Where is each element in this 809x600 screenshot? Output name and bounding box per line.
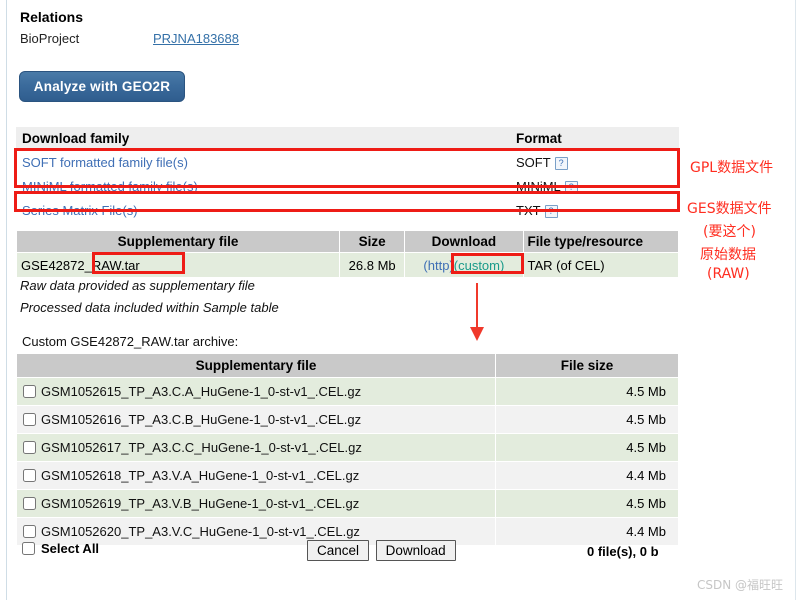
download-family-name-cell: SOFT formatted family file(s)	[16, 150, 510, 174]
archive-file-cell: GSM1052619_TP_A3.V.B_HuGene-1_0-st-v1_.C…	[16, 489, 496, 518]
file-count-status: 0 file(s), 0 b	[587, 544, 659, 559]
file-checkbox[interactable]	[23, 525, 36, 538]
supp-col-size: Size	[339, 230, 406, 253]
select-all-checkbox[interactable]	[22, 542, 35, 555]
supp-col-type: File type/resource	[522, 230, 679, 253]
download-family-col-name: Download family	[16, 127, 510, 150]
file-checkbox[interactable]	[23, 441, 36, 454]
file-checkbox[interactable]	[23, 385, 36, 398]
note-raw-data: Raw data provided as supplementary file	[20, 278, 255, 293]
list-item: GSM1052618_TP_A3.V.A_HuGene-1_0-st-v1_.C…	[16, 461, 679, 490]
archive-col-size: File size	[495, 353, 679, 378]
watermark-text: CSDN @福旺旺	[697, 578, 784, 592]
annotation-need-this: (要这个)	[703, 224, 756, 240]
relations-key-bioproject: BioProject	[20, 31, 80, 46]
archive-file-size: 4.5 Mb	[495, 377, 679, 406]
analyze-with-geo2r-button[interactable]: Analyze with GEO2R	[19, 71, 185, 102]
format-label-soft: SOFT	[516, 154, 551, 170]
file-checkbox[interactable]	[23, 413, 36, 426]
annotation-raw-data: 原始数据	[700, 247, 756, 263]
page-left-border	[6, 0, 7, 600]
format-label-txt: TXT	[516, 202, 541, 218]
archive-header-row: Supplementary file File size	[16, 353, 679, 378]
archive-file-size: 4.5 Mb	[495, 433, 679, 462]
select-all-label: Select All	[41, 541, 100, 556]
archive-file-name: GSM1052615_TP_A3.C.A_HuGene-1_0-st-v1_.C…	[41, 384, 362, 399]
download-family-format-cell: MINiML?	[510, 174, 679, 198]
arrow-shaft	[476, 283, 478, 331]
archive-file-name: GSM1052616_TP_A3.C.B_HuGene-1_0-st-v1_.C…	[41, 412, 362, 427]
table-row: MINiML formatted family file(s) MINiML?	[16, 174, 679, 198]
relations-row: BioProject PRJNA183688	[20, 31, 239, 46]
miniml-family-file-link[interactable]: MINiML formatted family file(s)	[22, 179, 198, 194]
bioproject-link[interactable]: PRJNA183688	[153, 31, 239, 46]
supp-col-file: Supplementary file	[15, 230, 341, 253]
list-item: GSM1052617_TP_A3.C.C_HuGene-1_0-st-v1_.C…	[16, 433, 679, 462]
list-item: GSM1052616_TP_A3.C.B_HuGene-1_0-st-v1_.C…	[16, 405, 679, 434]
download-button[interactable]: Download	[375, 540, 456, 561]
annotation-raw-label: (RAW)	[707, 266, 750, 282]
file-checkbox[interactable]	[23, 497, 36, 510]
help-icon[interactable]: ?	[564, 180, 578, 194]
supp-download-cell: (http)(custom)	[404, 252, 524, 278]
arrow-head-icon	[470, 327, 484, 341]
archive-file-name: GSM1052618_TP_A3.V.A_HuGene-1_0-st-v1_.C…	[41, 468, 360, 483]
archive-file-rows: GSM1052615_TP_A3.C.A_HuGene-1_0-st-v1_.C…	[16, 377, 679, 546]
archive-file-name: GSM1052620_TP_A3.V.C_HuGene-1_0-st-v1_.C…	[41, 524, 360, 539]
supplementary-header-row: Supplementary file Size Download File ty…	[15, 230, 679, 253]
archive-file-cell: GSM1052616_TP_A3.C.B_HuGene-1_0-st-v1_.C…	[16, 405, 496, 434]
archive-file-name: GSM1052617_TP_A3.C.C_HuGene-1_0-st-v1_.C…	[41, 440, 362, 455]
supplementary-file-table: Supplementary file Size Download File ty…	[15, 230, 679, 278]
download-family-name-cell: Series Matrix File(s)	[16, 198, 510, 222]
list-item: GSM1052615_TP_A3.C.A_HuGene-1_0-st-v1_.C…	[16, 377, 679, 406]
select-all-control[interactable]: Select All	[22, 541, 99, 556]
archive-file-cell: GSM1052615_TP_A3.C.A_HuGene-1_0-st-v1_.C…	[16, 377, 496, 406]
red-down-arrow	[466, 283, 488, 345]
archive-file-size: 4.5 Mb	[495, 489, 679, 518]
supp-file-size: 26.8 Mb	[339, 252, 406, 278]
help-icon[interactable]: ?	[544, 204, 558, 218]
download-family-name-cell: MINiML formatted family file(s)	[16, 174, 510, 198]
archive-file-size: 4.4 Mb	[495, 461, 679, 490]
cancel-button[interactable]: Cancel	[307, 540, 370, 561]
format-label-miniml: MINiML	[516, 178, 561, 194]
table-row: GSE42872_RAW.tar 26.8 Mb (http)(custom) …	[15, 252, 679, 278]
table-row: SOFT formatted family file(s) SOFT?	[16, 150, 679, 174]
annotation-gpl: GPL数据文件	[690, 160, 774, 176]
download-family-format-cell: TXT?	[510, 198, 679, 222]
table-row: Series Matrix File(s) TXT?	[16, 198, 679, 222]
soft-family-file-link[interactable]: SOFT formatted family file(s)	[22, 155, 188, 170]
download-family-format-cell: SOFT?	[510, 150, 679, 174]
series-matrix-file-link[interactable]: Series Matrix File(s)	[22, 203, 138, 218]
action-button-row: Cancel Download	[307, 540, 459, 561]
download-family-col-format: Format	[510, 127, 679, 150]
note-processed-data: Processed data included within Sample ta…	[20, 300, 279, 315]
relations-heading: Relations	[20, 9, 84, 25]
custom-download-link[interactable]: (custom)	[454, 258, 505, 273]
annotation-ges: GES数据文件	[687, 201, 772, 217]
archive-file-name: GSM1052619_TP_A3.V.B_HuGene-1_0-st-v1_.C…	[41, 496, 360, 511]
archive-file-cell: GSM1052618_TP_A3.V.A_HuGene-1_0-st-v1_.C…	[16, 461, 496, 490]
help-icon[interactable]: ?	[554, 156, 568, 170]
custom-archive-label: Custom GSE42872_RAW.tar archive:	[22, 334, 239, 349]
supp-file-name: GSE42872_RAW.tar	[15, 252, 341, 278]
archive-col-file: Supplementary file	[16, 353, 496, 378]
archive-file-cell: GSM1052617_TP_A3.C.C_HuGene-1_0-st-v1_.C…	[16, 433, 496, 462]
file-checkbox[interactable]	[23, 469, 36, 482]
archive-file-size: 4.5 Mb	[495, 405, 679, 434]
supp-file-type: TAR (of CEL)	[522, 252, 679, 278]
page-right-border	[795, 0, 796, 600]
download-family-table: Download family Format SOFT formatted fa…	[16, 127, 679, 222]
archive-file-table: Supplementary file File size GSM1052615_…	[16, 353, 679, 546]
list-item: GSM1052619_TP_A3.V.B_HuGene-1_0-st-v1_.C…	[16, 489, 679, 518]
archive-file-size: 4.4 Mb	[495, 517, 679, 546]
http-download-link[interactable]: (http)	[423, 258, 453, 273]
supp-col-download: Download	[404, 230, 524, 253]
download-family-header-row: Download family Format	[16, 127, 679, 150]
